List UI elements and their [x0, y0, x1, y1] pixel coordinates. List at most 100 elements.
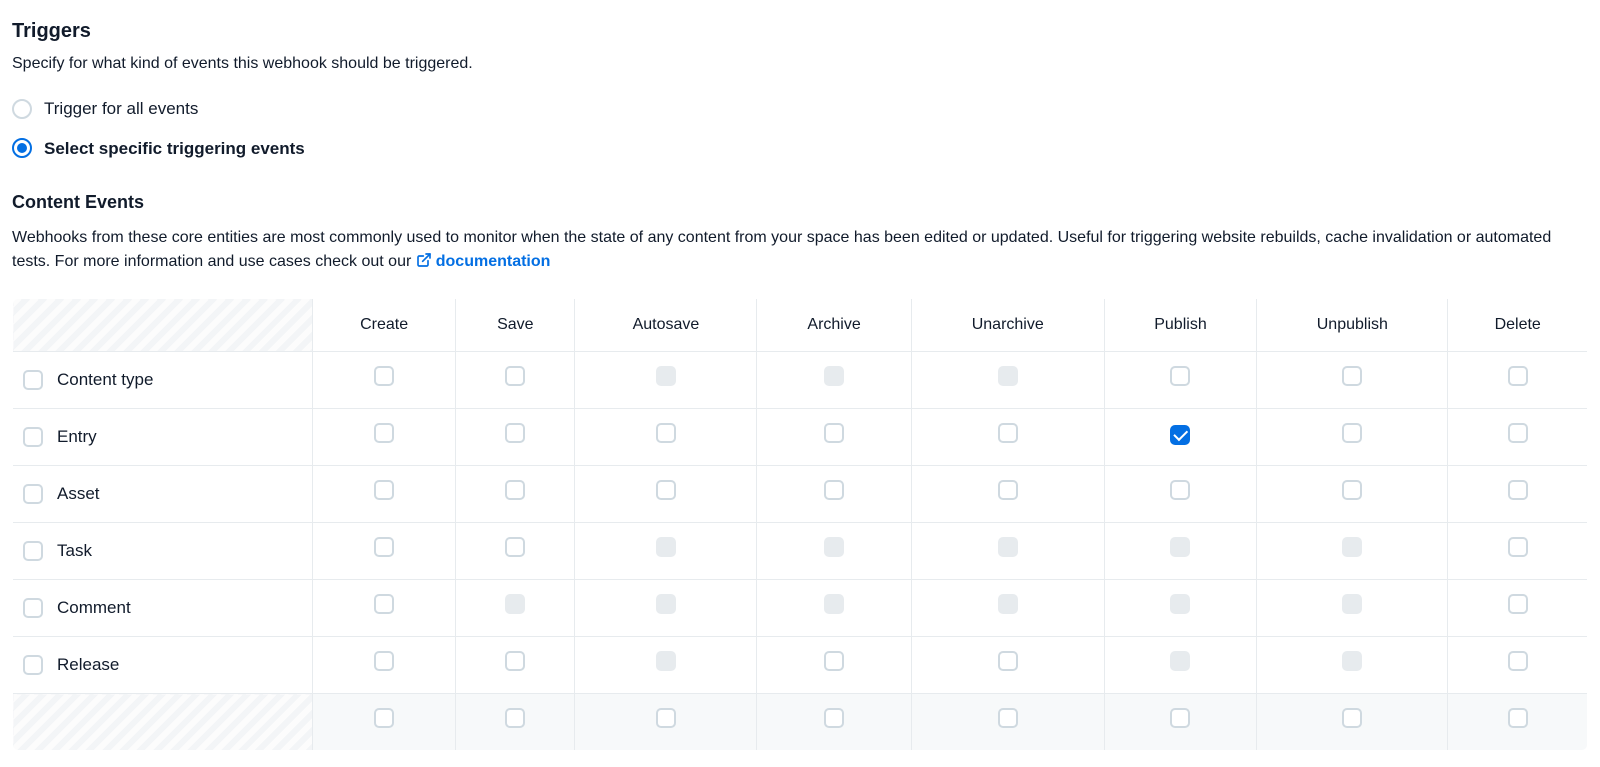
checkbox[interactable]: [656, 480, 676, 500]
radio-all-events[interactable]: Trigger for all events: [12, 96, 1588, 122]
checkbox[interactable]: [656, 423, 676, 443]
checkbox[interactable]: [374, 366, 394, 386]
checkbox[interactable]: [374, 594, 394, 614]
checkbox[interactable]: [1342, 480, 1362, 500]
checkbox: [656, 366, 676, 386]
page-title: Triggers: [12, 16, 1588, 46]
table-row: Comment: [13, 580, 1588, 637]
checkbox[interactable]: [1342, 366, 1362, 386]
checkbox[interactable]: [1508, 366, 1528, 386]
event-cell: [1104, 523, 1256, 580]
event-cell: [1448, 523, 1588, 580]
event-cell: [456, 523, 575, 580]
checkbox[interactable]: [824, 423, 844, 443]
event-cell: [1257, 466, 1448, 523]
checkbox[interactable]: [374, 480, 394, 500]
checkbox: [1342, 651, 1362, 671]
checkbox: [998, 366, 1018, 386]
checkbox[interactable]: [1508, 708, 1528, 728]
table-row: Task: [13, 523, 1588, 580]
checkbox[interactable]: [1508, 480, 1528, 500]
event-cell: [757, 637, 911, 694]
event-cell: [313, 409, 456, 466]
checkbox[interactable]: [998, 423, 1018, 443]
footer-cell: [911, 694, 1104, 751]
event-cell: [911, 409, 1104, 466]
event-cell: [575, 637, 757, 694]
table-row: Content type: [13, 352, 1588, 409]
checkbox[interactable]: [505, 651, 525, 671]
checkbox[interactable]: [1170, 366, 1190, 386]
checkbox[interactable]: [23, 427, 43, 447]
checkbox[interactable]: [1170, 480, 1190, 500]
row-label: Asset: [57, 481, 100, 507]
checkbox[interactable]: [656, 708, 676, 728]
footer-corner-cell: [13, 694, 313, 751]
documentation-link[interactable]: documentation: [416, 253, 551, 270]
footer-cell: [757, 694, 911, 751]
radio-specific-events[interactable]: Select specific triggering events: [12, 136, 1588, 162]
event-cell: [1448, 352, 1588, 409]
column-header: Unpublish: [1257, 299, 1448, 352]
checkbox: [1170, 651, 1190, 671]
radio-control[interactable]: [12, 99, 32, 119]
column-header: Save: [456, 299, 575, 352]
column-header: Delete: [1448, 299, 1588, 352]
column-header: Autosave: [575, 299, 757, 352]
radio-control[interactable]: [12, 138, 32, 158]
event-cell: [757, 580, 911, 637]
table-footer-row: [13, 694, 1588, 751]
checkbox[interactable]: [1508, 423, 1528, 443]
checkbox: [1342, 537, 1362, 557]
checkbox[interactable]: [374, 537, 394, 557]
footer-cell: [1257, 694, 1448, 751]
checkbox[interactable]: [998, 708, 1018, 728]
checkbox[interactable]: [23, 484, 43, 504]
description-text: Webhooks from these core entities are mo…: [12, 229, 1551, 270]
checkbox[interactable]: [1170, 708, 1190, 728]
column-header: Publish: [1104, 299, 1256, 352]
checkbox[interactable]: [1508, 594, 1528, 614]
checkbox[interactable]: [1342, 423, 1362, 443]
content-events-description: Webhooks from these core entities are mo…: [12, 226, 1588, 276]
footer-cell: [1448, 694, 1588, 751]
checkbox[interactable]: [998, 651, 1018, 671]
event-cell: [757, 523, 911, 580]
checkbox[interactable]: [23, 655, 43, 675]
checkbox: [1170, 537, 1190, 557]
checkbox[interactable]: [23, 598, 43, 618]
checkbox[interactable]: [824, 480, 844, 500]
external-link-icon: [416, 252, 432, 276]
event-cell: [911, 637, 1104, 694]
checkbox[interactable]: [505, 708, 525, 728]
checkbox[interactable]: [1508, 651, 1528, 671]
row-label: Entry: [57, 424, 97, 450]
checkbox[interactable]: [1508, 537, 1528, 557]
row-label: Release: [57, 652, 119, 678]
checkbox[interactable]: [1342, 708, 1362, 728]
checkbox[interactable]: [23, 541, 43, 561]
checkbox[interactable]: [23, 370, 43, 390]
checkbox[interactable]: [374, 423, 394, 443]
checkbox: [824, 366, 844, 386]
checkbox: [1342, 594, 1362, 614]
row-label: Comment: [57, 595, 131, 621]
checkbox[interactable]: [505, 423, 525, 443]
event-cell: [575, 409, 757, 466]
checkbox[interactable]: [824, 651, 844, 671]
checkbox[interactable]: [505, 537, 525, 557]
checkbox[interactable]: [505, 366, 525, 386]
checkbox[interactable]: [374, 651, 394, 671]
content-events-table: CreateSaveAutosaveArchiveUnarchivePublis…: [12, 298, 1588, 751]
checkbox[interactable]: [1170, 425, 1190, 445]
checkbox[interactable]: [824, 708, 844, 728]
event-cell: [1448, 466, 1588, 523]
event-cell: [757, 466, 911, 523]
row-header-cell: Comment: [13, 580, 313, 637]
event-cell: [456, 466, 575, 523]
event-cell: [1257, 637, 1448, 694]
checkbox[interactable]: [374, 708, 394, 728]
checkbox[interactable]: [505, 480, 525, 500]
column-header: Unarchive: [911, 299, 1104, 352]
checkbox[interactable]: [998, 480, 1018, 500]
